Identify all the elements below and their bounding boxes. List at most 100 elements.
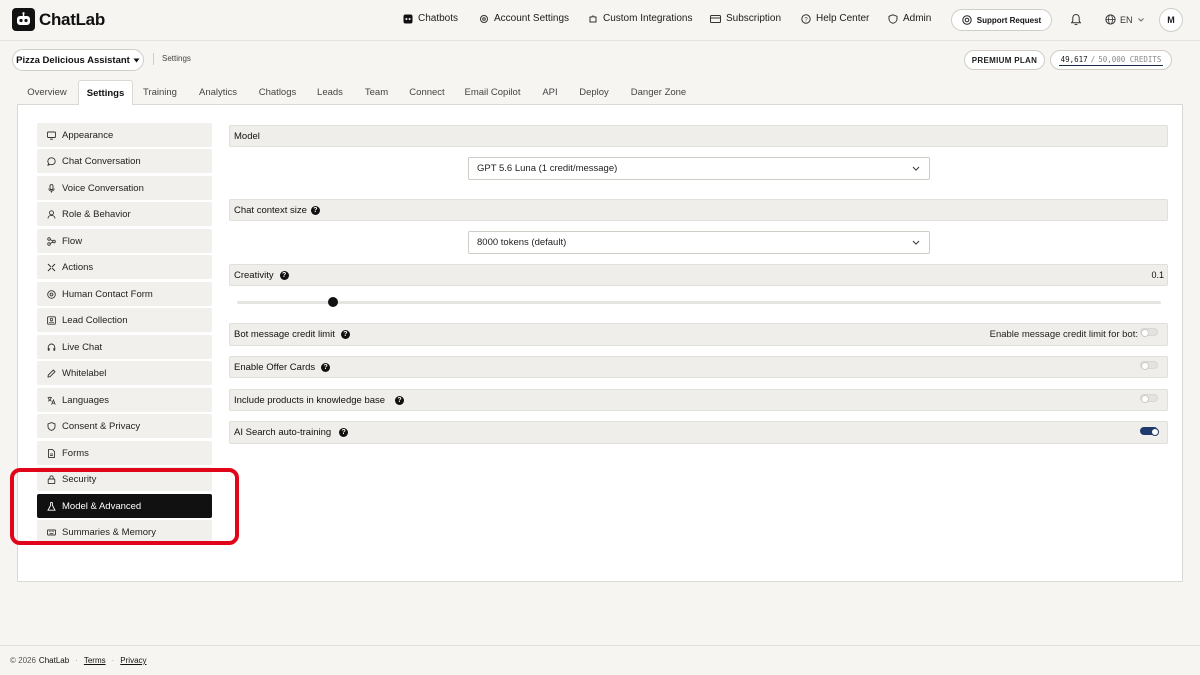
help-icon[interactable]: ?	[339, 428, 349, 437]
sidebar-item-label: Languages	[62, 394, 110, 406]
sidebar-item-appearance[interactable]: Appearance	[37, 123, 212, 147]
sidebar-item-security[interactable]: Security	[37, 467, 212, 491]
ai-search-section: AI Search auto-training ?	[229, 421, 1168, 444]
footer-terms-link[interactable]: Terms	[84, 656, 106, 665]
model-section-header: Model	[229, 125, 1168, 147]
sidebar-item-role-behavior[interactable]: Role & Behavior	[37, 202, 212, 226]
app-logo[interactable]: ChatLab	[12, 8, 105, 31]
tab-settings[interactable]: Settings	[78, 80, 133, 105]
sidebar-item-label: Model & Advanced	[62, 500, 142, 512]
lock-icon	[47, 474, 56, 484]
nav-help-center[interactable]: ? Help Center	[801, 13, 869, 24]
footer-brand-link[interactable]: ChatLab	[39, 656, 69, 665]
chevron-down-icon	[1137, 17, 1144, 22]
tab-overview[interactable]: Overview	[18, 80, 76, 104]
sidebar-item-model-advanced[interactable]: Model & Advanced	[37, 494, 212, 518]
help-icon[interactable]: ?	[340, 330, 350, 339]
tab-team[interactable]: Team	[356, 80, 397, 104]
sidebar-item-flow[interactable]: Flow	[37, 229, 212, 253]
credit-limit-toggle-label: Enable message credit limit for bot:	[989, 329, 1138, 340]
avatar[interactable]: M	[1159, 8, 1183, 32]
credit-limit-label: Bot message credit limit	[234, 329, 335, 340]
sidebar-item-human-contact-form[interactable]: Human Contact Form	[37, 282, 212, 306]
tab-deploy[interactable]: Deploy	[575, 80, 613, 104]
puzzle-icon	[589, 15, 597, 22]
nav-chatbots[interactable]: Chatbots	[403, 13, 458, 24]
actions-icon	[47, 263, 56, 271]
help-icon[interactable]: ?	[395, 395, 405, 405]
chat-bubble-icon	[47, 156, 56, 166]
plan-badge[interactable]: PREMIUM PLAN	[964, 50, 1045, 70]
tab-connect[interactable]: Connect	[404, 80, 450, 104]
footer-divider	[0, 645, 1200, 646]
sidebar-item-languages[interactable]: Languages	[37, 388, 212, 412]
lifebuoy-icon	[962, 15, 972, 25]
creativity-slider-thumb[interactable]	[328, 297, 338, 307]
tab-training[interactable]: Training	[135, 80, 185, 104]
footer-privacy-link[interactable]: Privacy	[120, 656, 146, 665]
sidebar-item-summaries-memory[interactable]: Summaries & Memory	[37, 520, 212, 544]
footer-dot: ·	[75, 656, 78, 665]
ai-search-toggle[interactable]	[1140, 427, 1159, 436]
footer: © 2026 ChatLab · Terms · Privacy	[10, 656, 147, 665]
pen-icon	[47, 368, 56, 378]
help-icon[interactable]: ?	[321, 362, 331, 372]
offer-cards-label: Enable Offer Cards	[234, 361, 316, 373]
credits-progress-bar	[1059, 65, 1163, 66]
keyboard-icon	[47, 529, 56, 535]
model-select[interactable]: GPT 5.6 Luna (1 credit/message)	[468, 157, 930, 180]
sidebar-item-actions[interactable]: Actions	[37, 255, 212, 279]
sidebar-item-label: Actions	[62, 261, 94, 273]
sidebar-item-label: Whitelabel	[62, 367, 107, 379]
notifications-button[interactable]	[1070, 13, 1082, 29]
creativity-slider-track[interactable]	[237, 301, 1161, 304]
tab-chatlogs[interactable]: Chatlogs	[251, 80, 304, 104]
nav-subscription[interactable]: Subscription	[710, 13, 781, 24]
sidebar-item-whitelabel[interactable]: Whitelabel	[37, 361, 212, 385]
help-icon[interactable]: ?	[310, 205, 320, 215]
nav-custom-integrations[interactable]: Custom Integrations	[588, 13, 693, 24]
sidebar-item-live-chat[interactable]: Live Chat	[37, 335, 212, 359]
context-size-label: Chat context size	[234, 204, 307, 216]
headset-icon	[47, 343, 56, 351]
context-size-select[interactable]: 8000 tokens (default)	[468, 231, 930, 254]
credit-limit-toggle[interactable]	[1140, 328, 1158, 337]
support-label: Support Request	[976, 15, 1042, 25]
tab-danger-zone[interactable]: Danger Zone	[625, 80, 692, 104]
app-name: ChatLab	[39, 9, 105, 29]
tab-api[interactable]: API	[536, 80, 564, 104]
sidebar-item-label: Consent & Privacy	[62, 420, 141, 432]
context-size-section-header: Chat context size ?	[229, 199, 1168, 221]
nav-admin[interactable]: Admin	[888, 13, 931, 24]
creativity-value: 0.1	[1151, 270, 1164, 280]
include-products-section: Include products in knowledge base ?	[229, 389, 1168, 411]
bot-icon	[403, 14, 413, 23]
bot-selector[interactable]: Pizza Delicious Assistant	[12, 49, 144, 71]
include-products-toggle[interactable]	[1140, 394, 1158, 403]
shield-icon	[47, 421, 56, 431]
creativity-section-header: Creativity ? 0.1	[229, 264, 1168, 286]
model-label: Model	[234, 130, 260, 142]
offer-cards-toggle[interactable]	[1140, 361, 1158, 370]
sidebar-item-lead-collection[interactable]: Lead Collection	[37, 308, 212, 332]
sidebar-item-forms[interactable]: Forms	[37, 441, 212, 465]
at-sign-icon	[47, 289, 56, 299]
bell-icon	[1070, 13, 1082, 26]
language-selector[interactable]: EN	[1105, 14, 1149, 25]
sidebar-item-label: Human Contact Form	[62, 288, 153, 300]
globe-icon	[1105, 14, 1116, 25]
card-icon	[710, 14, 721, 23]
support-request-button[interactable]: Support Request	[951, 9, 1052, 31]
chevron-down-icon	[912, 166, 920, 171]
sidebar-item-chat-conversation[interactable]: Chat Conversation	[37, 149, 212, 173]
help-icon[interactable]: ?	[279, 270, 289, 280]
tab-leads[interactable]: Leads	[311, 80, 349, 104]
sidebar-item-label: Appearance	[62, 129, 114, 141]
tab-bar: Overview Settings Training Analytics Cha…	[18, 80, 1182, 105]
nav-account-settings[interactable]: Account Settings	[479, 13, 569, 24]
sidebar-item-consent-privacy[interactable]: Consent & Privacy	[37, 414, 212, 438]
sidebar-item-label: Flow	[62, 235, 83, 247]
tab-email-copilot[interactable]: Email Copilot	[461, 80, 524, 104]
tab-analytics[interactable]: Analytics	[192, 80, 244, 104]
sidebar-item-voice-conversation[interactable]: Voice Conversation	[37, 176, 212, 200]
